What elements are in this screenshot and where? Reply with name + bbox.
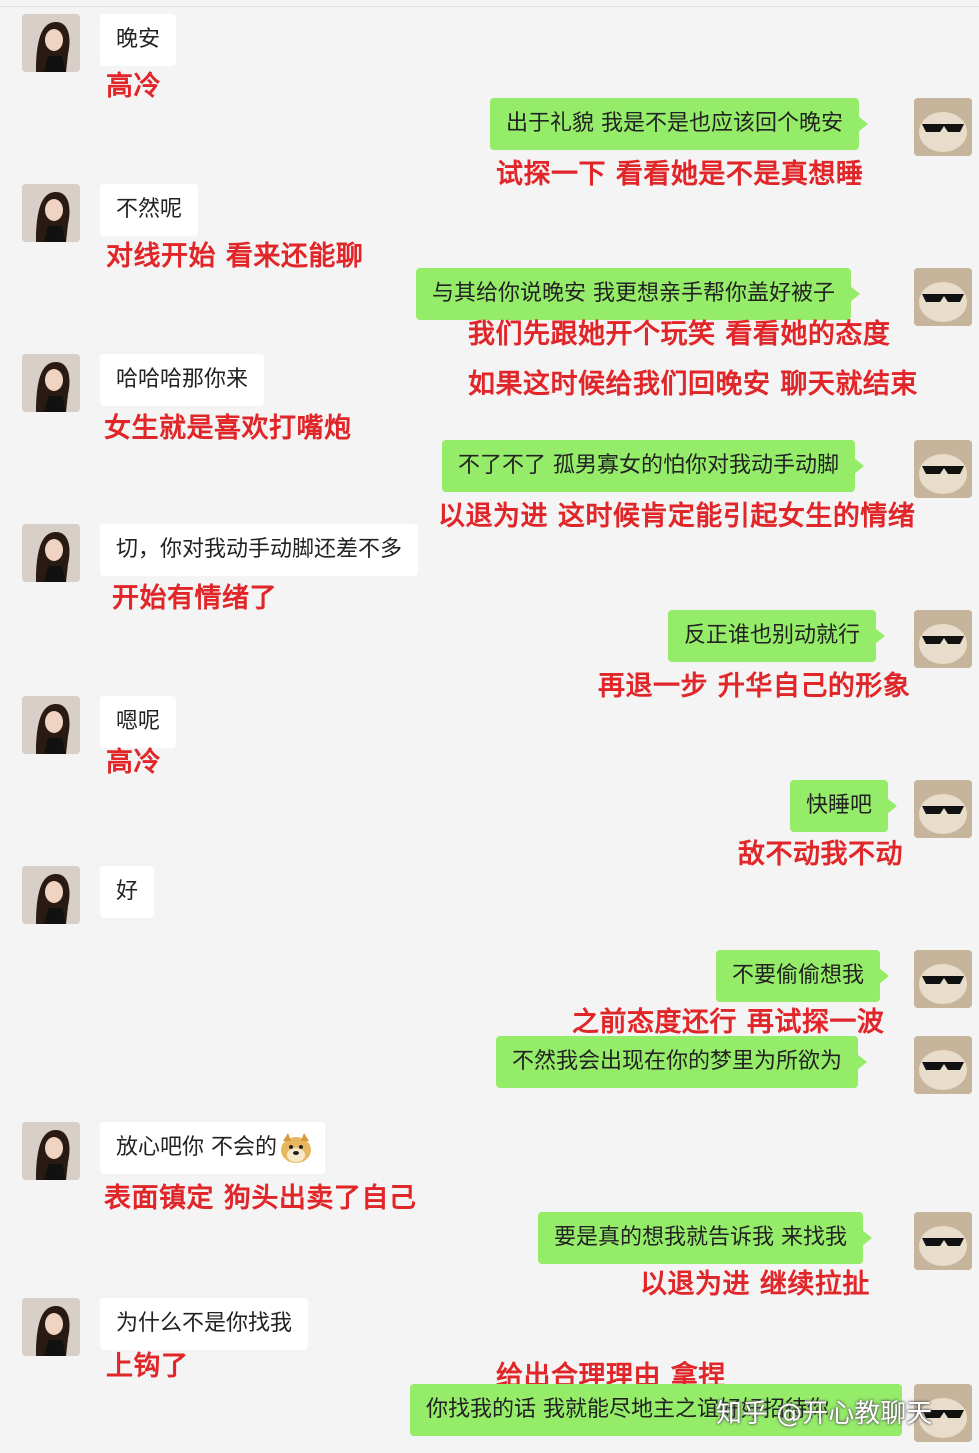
message-bubble-sent[interactable]: 出于礼貌 我是不是也应该回个晚安 <box>490 98 868 150</box>
annotation-note: 再退一步 升华自己的形象 <box>598 671 911 702</box>
girl-avatar-icon[interactable] <box>22 524 80 582</box>
annotation-note: 对线开始 看来还能聊 <box>106 241 364 272</box>
sunglasses-cat-avatar-icon[interactable] <box>914 950 972 1008</box>
message-bubble-received[interactable]: 为什么不是你找我 <box>100 1298 309 1350</box>
message-bubble-received[interactable]: 好 <box>100 866 155 918</box>
message-bubble-sent[interactable]: 要是真的想我就告诉我 来找我 <box>538 1212 872 1264</box>
girl-avatar-icon[interactable] <box>22 1298 80 1356</box>
message-bubble-received[interactable]: 切，你对我动手动脚还差不多 <box>100 524 419 576</box>
message-bubble-received[interactable]: 放心吧你 不会的 <box>100 1122 325 1174</box>
girl-avatar-icon[interactable] <box>22 1122 80 1180</box>
sunglasses-cat-avatar-icon[interactable] <box>914 268 972 326</box>
zhihu-watermark: 知乎 @开心教聊天 <box>716 1399 933 1429</box>
girl-avatar-icon[interactable] <box>22 354 80 412</box>
message-bubble-sent[interactable]: 不然我会出现在你的梦里为所欲为 <box>496 1036 868 1088</box>
message-bubble-sent[interactable]: 反正谁也别动就行 <box>668 610 886 662</box>
annotation-note: 开始有情绪了 <box>112 583 277 614</box>
message-bubble-received[interactable]: 不然呢 <box>100 184 199 236</box>
annotation-note: 敌不动我不动 <box>738 839 903 870</box>
sunglasses-cat-avatar-icon[interactable] <box>914 98 972 156</box>
sunglasses-cat-avatar-icon[interactable] <box>914 1212 972 1270</box>
annotation-note: 以退为进 继续拉扯 <box>640 1269 870 1300</box>
girl-avatar-icon[interactable] <box>22 14 80 72</box>
annotation-note: 表面镇定 狗头出卖了自己 <box>104 1183 417 1214</box>
message-bubble-received[interactable]: 哈哈哈那你来 <box>100 354 265 406</box>
girl-avatar-icon[interactable] <box>22 866 80 924</box>
annotation-note: 如果这时候给我们回晚安 聊天就结束 <box>468 369 918 400</box>
annotation-note: 女生就是喜欢打嘴炮 <box>104 413 352 444</box>
annotation-note: 试探一下 看看她是不是真想睡 <box>496 159 864 190</box>
girl-avatar-icon[interactable] <box>22 184 80 242</box>
message-text: 放心吧你 不会的 <box>116 1135 277 1160</box>
annotation-note: 上钩了 <box>106 1351 189 1382</box>
sunglasses-cat-avatar-icon[interactable] <box>914 440 972 498</box>
annotation-note: 高冷 <box>106 747 161 778</box>
annotation-note: 之前态度还行 再试探一波 <box>572 1007 885 1038</box>
doge-emoji-icon <box>279 1131 313 1165</box>
sunglasses-cat-avatar-icon[interactable] <box>914 780 972 838</box>
sunglasses-cat-avatar-icon[interactable] <box>914 1036 972 1094</box>
sunglasses-cat-avatar-icon[interactable] <box>914 610 972 668</box>
top-divider <box>0 6 979 7</box>
message-bubble-sent[interactable]: 不了不了 孤男寡女的怕你对我动手动脚 <box>442 440 864 492</box>
girl-avatar-icon[interactable] <box>22 696 80 754</box>
message-bubble-sent[interactable]: 快睡吧 <box>790 780 898 832</box>
message-bubble-sent[interactable]: 不要偷偷想我 <box>716 950 890 1002</box>
message-bubble-received[interactable]: 晚安 <box>100 14 177 66</box>
annotation-note: 以退为进 这时候肯定能引起女生的情绪 <box>438 501 916 532</box>
annotation-note: 我们先跟她开个玩笑 看看她的态度 <box>468 319 891 350</box>
annotation-note: 高冷 <box>106 71 161 102</box>
